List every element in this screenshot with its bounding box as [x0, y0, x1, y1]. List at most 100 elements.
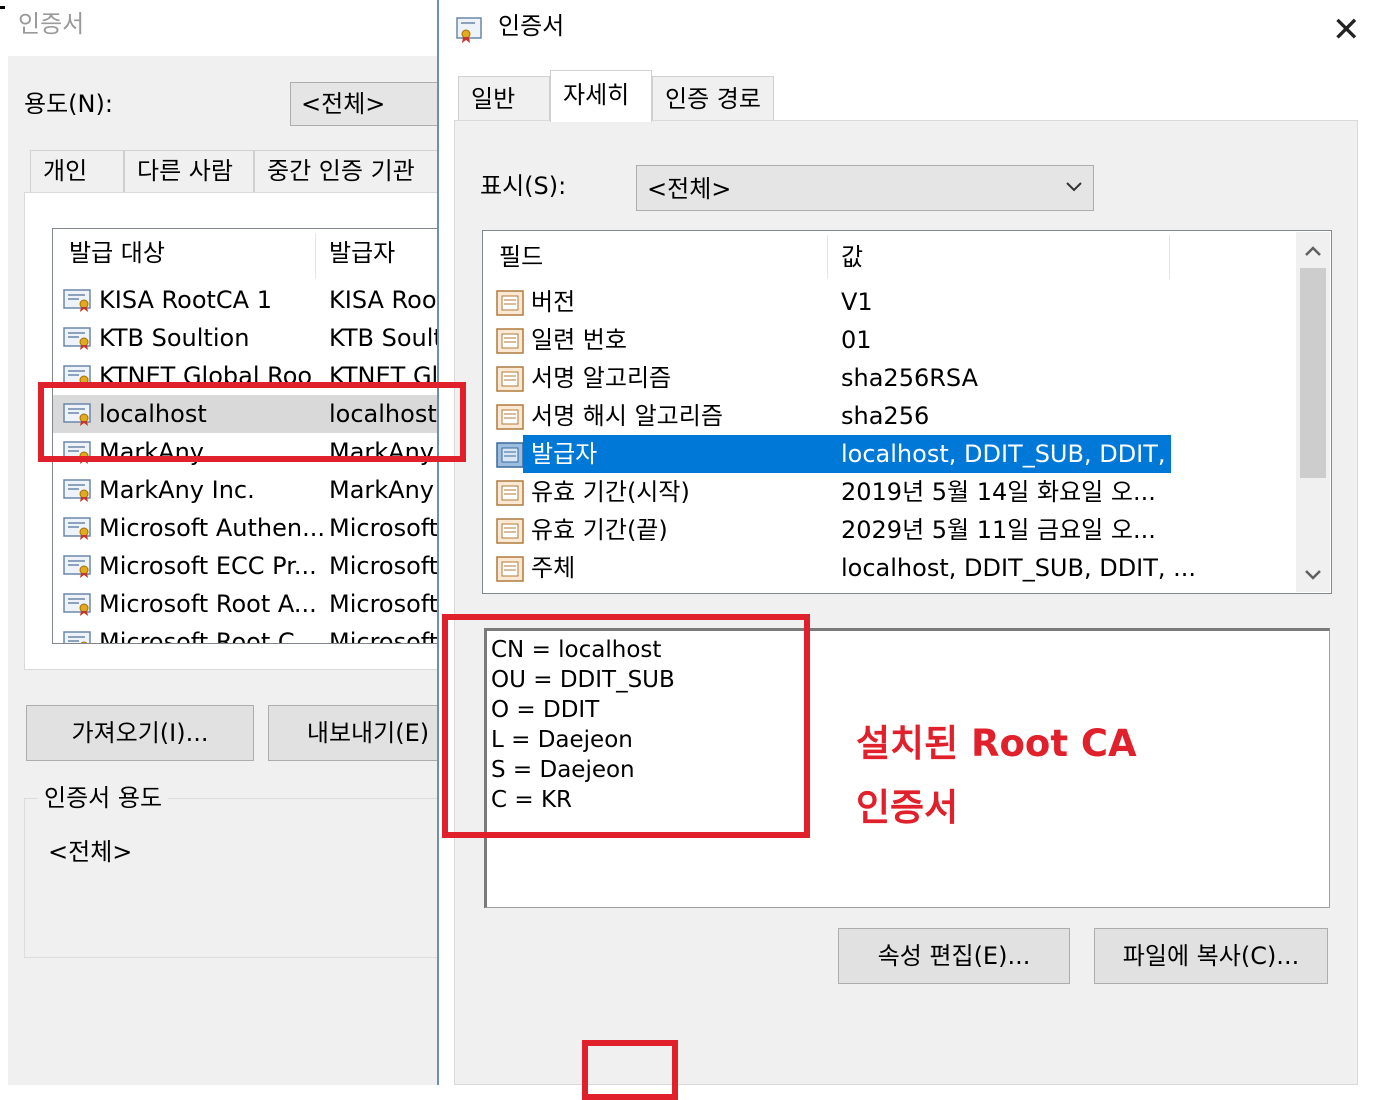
field-name-cell: 일련 번호 — [531, 326, 627, 354]
field-name-cell: 발급자 — [531, 440, 598, 468]
certificate-icon — [63, 631, 91, 643]
tab-other-people[interactable]: 다른 사람 — [124, 150, 254, 192]
issued-by-cell: Microsoft — [329, 552, 439, 580]
scroll-up-arrow-icon[interactable] — [1296, 236, 1330, 266]
chevron-down-icon — [1066, 182, 1082, 192]
highlight-box-partial — [582, 1040, 678, 1100]
certificate-icon — [63, 479, 91, 502]
column-separator[interactable] — [1169, 235, 1170, 279]
table-row[interactable]: Microsoft Root C... Microsoft — [53, 623, 451, 644]
issued-to-cell: Microsoft Root C... — [99, 628, 318, 644]
edit-properties-button[interactable]: 속성 편집(E)... — [838, 928, 1070, 984]
purpose-dropdown-value: <전체> — [301, 90, 386, 118]
table-row[interactable]: KTB Soultion KTB Soulti — [53, 319, 451, 357]
show-label: 표시(S): — [480, 172, 567, 200]
field-value-cell: 2019년 5월 14일 화요일 오... — [841, 478, 1156, 506]
import-button[interactable]: 가져오기(I)... — [26, 705, 254, 761]
certificate-icon — [63, 327, 91, 350]
edge-mark — [0, 6, 5, 9]
annotation-line-2: 인증서 — [856, 786, 959, 829]
show-dropdown[interactable]: <전체> — [636, 165, 1094, 211]
field-doc-icon — [496, 518, 524, 544]
issued-by-cell: KISA Root — [329, 286, 446, 314]
issued-by-cell: Microsoft — [329, 628, 439, 644]
list-item[interactable]: 유효 기간(시작) 2019년 5월 14일 화요일 오... — [483, 473, 1293, 511]
list-item[interactable]: 주체 localhost, DDIT_SUB, DDIT, ... — [483, 549, 1293, 587]
certificate-icon — [63, 593, 91, 616]
list-item[interactable]: 버전 V1 — [483, 283, 1293, 321]
field-name-cell: 버전 — [531, 288, 576, 316]
issued-to-cell: KISA RootCA 1 — [99, 286, 272, 314]
field-value-cell: 2029년 5월 11일 금요일 오... — [841, 516, 1156, 544]
show-dropdown-value: <전체> — [647, 175, 732, 203]
field-doc-icon — [496, 442, 524, 468]
copy-to-file-button-label: 파일에 복사(C)... — [1122, 942, 1300, 970]
tab-personal[interactable]: 개인 — [30, 150, 124, 192]
column-header-issued-to[interactable]: 발급 대상 — [69, 241, 165, 265]
field-doc-icon — [496, 404, 524, 430]
table-row[interactable]: Microsoft Root A... Microsoft — [53, 585, 451, 623]
issued-by-cell: Microsoft — [329, 514, 439, 542]
certificate-icon — [63, 555, 91, 578]
purpose-label: 용도(N): — [24, 90, 113, 118]
close-button[interactable]: ✕ — [1320, 6, 1372, 50]
field-name-cell: 서명 해시 알고리즘 — [531, 402, 723, 430]
tab-certification-path-label: 인증 경로 — [665, 85, 761, 113]
dialog-title: 인증서 — [498, 12, 565, 40]
field-name-cell: 주체 — [531, 554, 576, 582]
column-separator[interactable] — [827, 235, 828, 279]
scroll-down-arrow-icon[interactable] — [1296, 560, 1330, 590]
field-doc-icon — [496, 290, 524, 316]
issued-to-cell: MarkAny Inc. — [99, 476, 255, 504]
field-doc-icon — [496, 556, 524, 582]
tab-general[interactable]: 일반 — [458, 76, 550, 120]
field-name-cell: 유효 기간(시작) — [531, 478, 690, 506]
import-button-label: 가져오기(I)... — [71, 719, 209, 747]
field-value-cell: 01 — [841, 326, 872, 354]
field-value-cell: localhost, DDIT_SUB, DDIT, ... — [841, 554, 1197, 582]
left-dialog-title: 인증서 — [18, 10, 85, 38]
field-value-cell: sha256 — [841, 402, 930, 430]
field-value-cell: localhost, DDIT_SUB, DDIT, ... — [841, 440, 1197, 468]
copy-to-file-button[interactable]: 파일에 복사(C)... — [1094, 928, 1328, 984]
issued-to-cell: Microsoft Authen... — [99, 514, 325, 542]
annotation-note: 설치된 Root CA 인증서 — [856, 712, 1137, 840]
tab-certification-path[interactable]: 인증 경로 — [652, 76, 774, 120]
table-row[interactable]: Microsoft ECC Pr... Microsoft — [53, 547, 451, 585]
column-separator[interactable] — [315, 233, 316, 279]
certificate-icon — [456, 17, 482, 43]
tab-general-label: 일반 — [471, 85, 516, 113]
issued-to-cell: KTB Soultion — [99, 324, 250, 352]
list-item[interactable]: 서명 알고리즘 sha256RSA — [483, 359, 1293, 397]
table-row[interactable]: KISA RootCA 1 KISA Root — [53, 281, 451, 319]
tab-other-people-label: 다른 사람 — [137, 157, 233, 185]
column-header-field[interactable]: 필드 — [499, 245, 543, 269]
highlight-box-localhost-row — [38, 382, 466, 462]
field-doc-icon — [496, 480, 524, 506]
field-value-cell: V1 — [841, 288, 873, 316]
column-header-issued-by[interactable]: 발급자 — [329, 241, 395, 265]
purpose-dropdown[interactable]: <전체> — [290, 82, 460, 126]
issued-by-cell: MarkAny I — [329, 476, 449, 504]
annotation-line-1: 설치된 Root CA — [856, 722, 1137, 765]
field-name-cell: 유효 기간(끝) — [531, 516, 668, 544]
tab-details-label: 자세히 — [563, 81, 630, 109]
certificate-usage-group — [24, 798, 454, 958]
field-list[interactable]: 필드 값 버전 V1 일련 번호 01 서명 알고리즘 sha256RSA 서명… — [482, 230, 1332, 594]
column-header-value[interactable]: 값 — [841, 245, 863, 269]
list-item[interactable]: 서명 해시 알고리즘 sha256 — [483, 397, 1293, 435]
list-item-selected[interactable]: 발급자 localhost, DDIT_SUB, DDIT, ... — [483, 435, 1293, 473]
tab-details[interactable]: 자세히 — [550, 70, 652, 122]
tab-intermediate-ca-label: 중간 인증 기관 — [267, 157, 415, 185]
certificate-usage-value: <전체> — [48, 838, 133, 866]
field-value-cell: sha256RSA — [841, 364, 979, 392]
field-doc-icon — [496, 328, 524, 354]
list-item[interactable]: 일련 번호 01 — [483, 321, 1293, 359]
table-row[interactable]: MarkAny Inc. MarkAny I — [53, 471, 451, 509]
close-icon: ✕ — [1332, 10, 1361, 50]
certificate-icon — [63, 289, 91, 312]
table-row[interactable]: Microsoft Authen... Microsoft — [53, 509, 451, 547]
tab-intermediate-ca[interactable]: 중간 인증 기관 — [254, 150, 444, 192]
list-item[interactable]: 유효 기간(끝) 2029년 5월 11일 금요일 오... — [483, 511, 1293, 549]
scrollbar-thumb[interactable] — [1300, 268, 1326, 478]
